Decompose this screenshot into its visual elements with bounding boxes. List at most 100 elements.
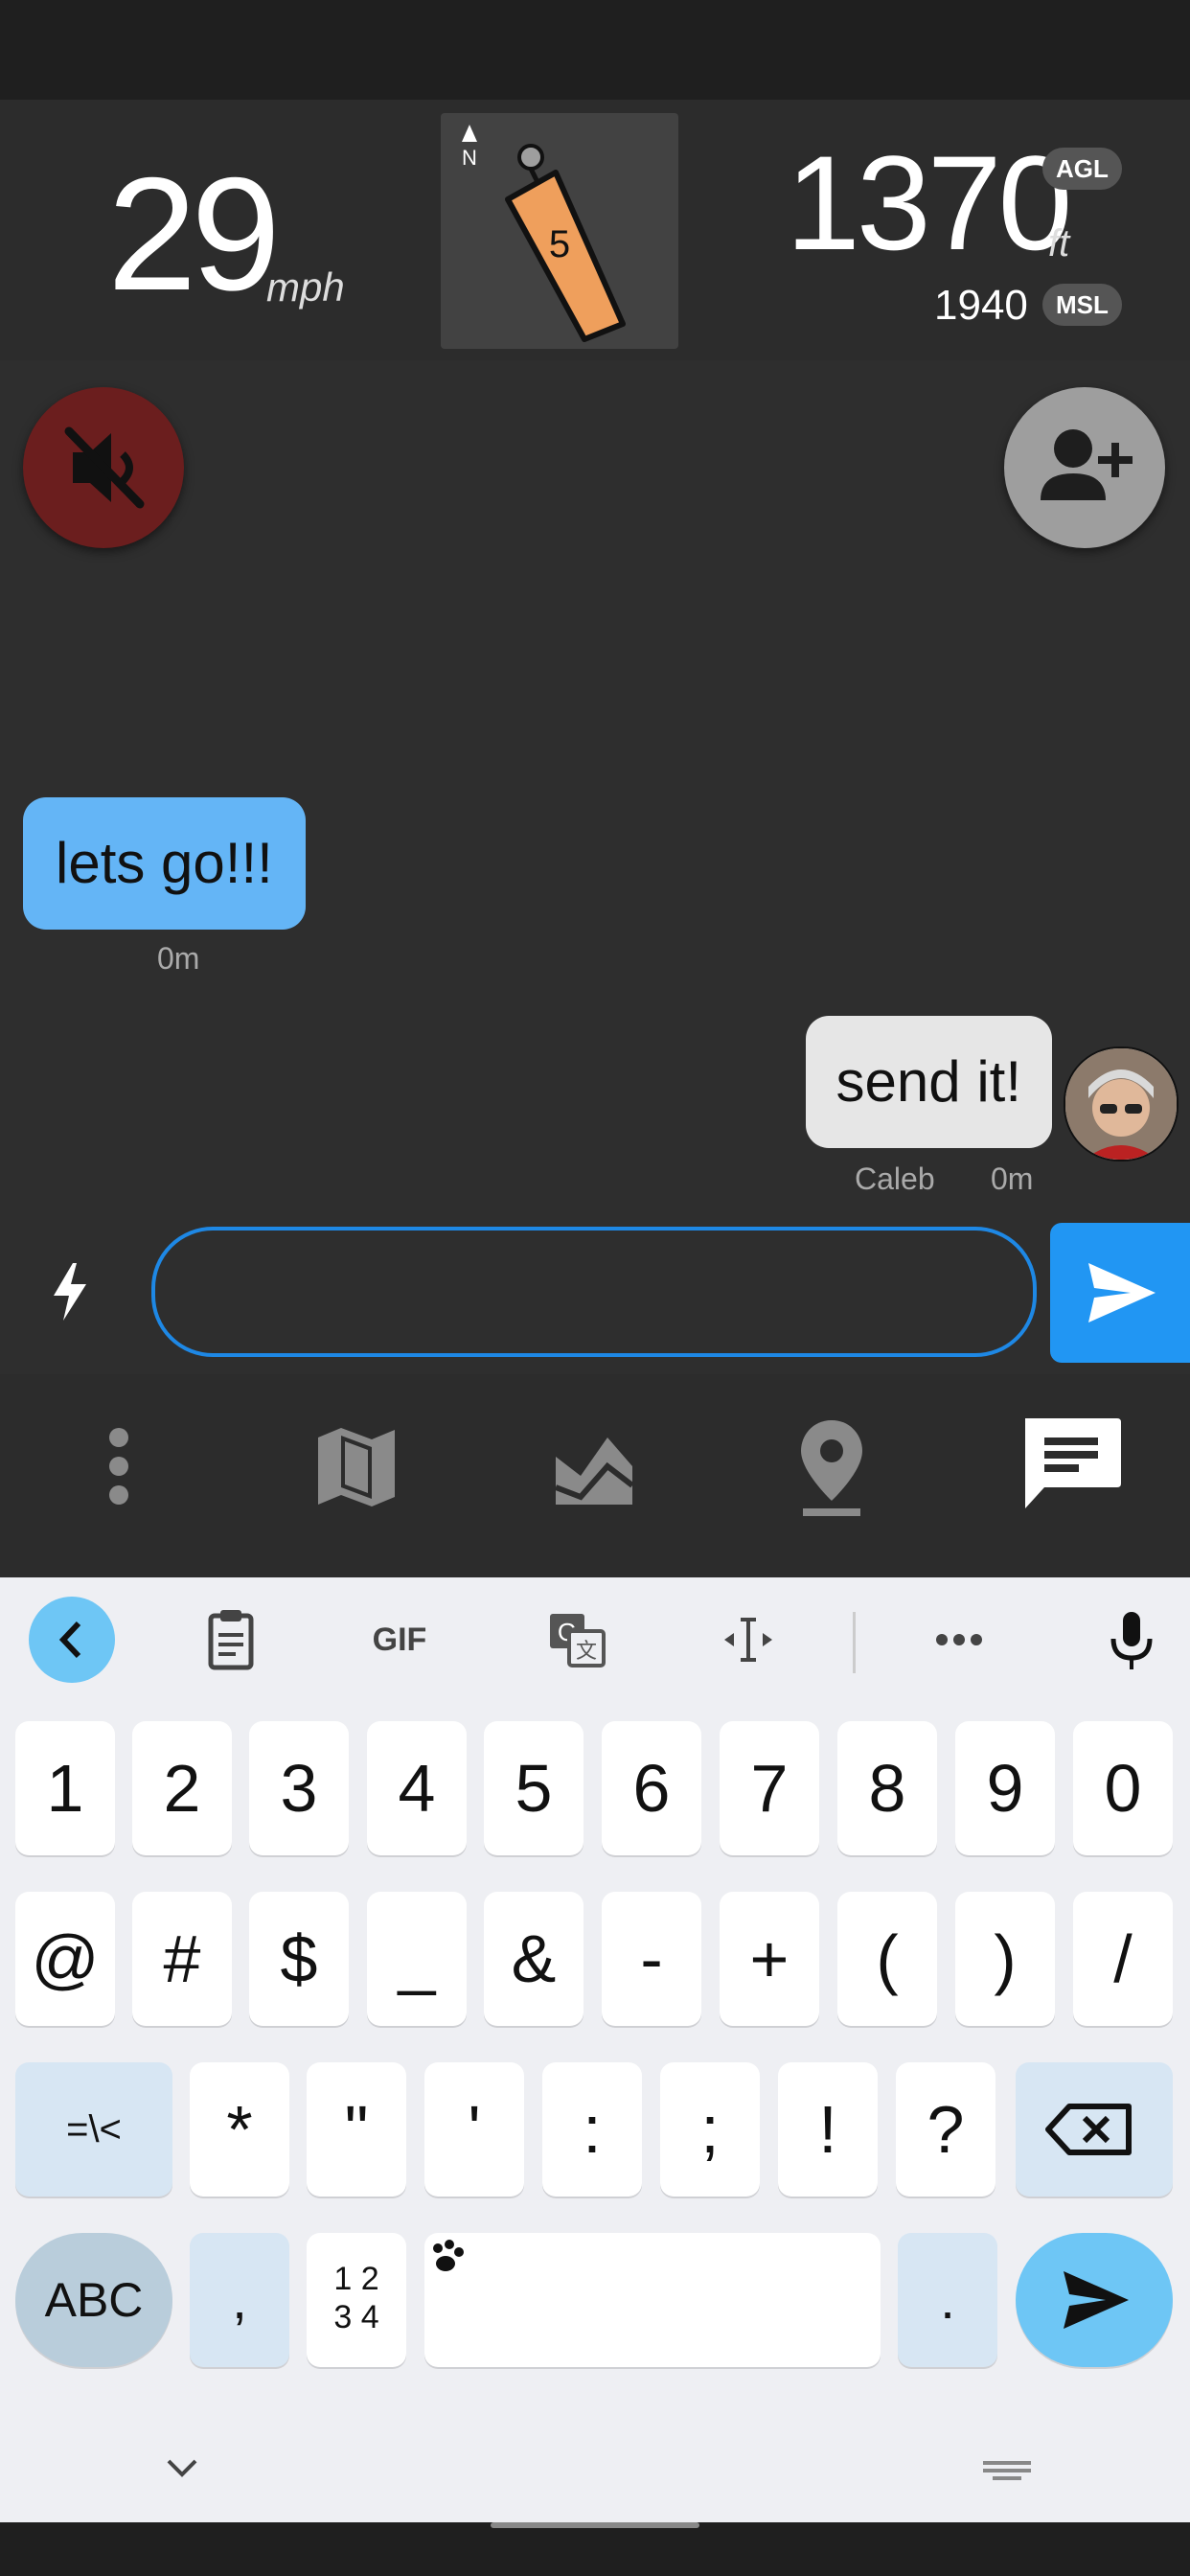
wind-north-label: N <box>462 146 477 170</box>
key-5[interactable]: 5 <box>484 1721 584 1855</box>
key-backspace[interactable] <box>1016 2062 1173 2196</box>
text-cursor-icon <box>724 1618 772 1662</box>
nav-more[interactable] <box>61 1409 176 1524</box>
speed-unit: mph <box>266 264 345 310</box>
speed-readout: 29 mph <box>107 144 345 324</box>
windsock-icon: N 5 <box>462 125 626 342</box>
translate-icon: G 文 <box>550 1614 606 1668</box>
user-photo <box>1065 1048 1177 1160</box>
key-3[interactable]: 3 <box>249 1721 349 1855</box>
location-icon <box>801 1420 862 1516</box>
nav-location[interactable] <box>774 1409 889 1524</box>
keyboard-switch-icon[interactable] <box>973 2450 1041 2488</box>
add-person-icon <box>1041 429 1133 500</box>
key-ampersand[interactable]: & <box>484 1892 584 2026</box>
key-9[interactable]: 9 <box>955 1721 1055 1855</box>
message-input[interactable] <box>151 1227 1037 1357</box>
translate-button[interactable]: G 文 <box>533 1597 619 1683</box>
chat-icon <box>1025 1418 1121 1508</box>
wind-speed-value: 5 <box>549 223 570 265</box>
keyboard-back-button[interactable] <box>29 1597 115 1683</box>
key-minus[interactable]: - <box>602 1892 701 2026</box>
key-numpad[interactable]: 1 2 3 4 <box>307 2233 406 2367</box>
send-button[interactable] <box>1050 1223 1190 1363</box>
terrain-icon <box>554 1438 634 1505</box>
send-icon <box>1088 1263 1156 1322</box>
quick-reply-bolt-icon[interactable] <box>44 1261 96 1322</box>
gif-button[interactable]: GIF <box>356 1597 443 1683</box>
message-bubble[interactable]: send it! <box>805 1016 1052 1148</box>
send-icon <box>1064 2271 1129 2329</box>
chat-panel: lets go!!! 0m send it! Caleb 0m <box>0 360 1190 1374</box>
key-period[interactable]: . <box>898 2233 997 2367</box>
clipboard-button[interactable] <box>188 1597 274 1683</box>
cursor-control-button[interactable] <box>705 1597 791 1683</box>
nav-map[interactable] <box>299 1409 414 1524</box>
key-slash[interactable]: / <box>1073 1892 1173 2026</box>
status-bar <box>0 0 1190 100</box>
key-0[interactable]: 0 <box>1073 1721 1173 1855</box>
clipboard-icon <box>208 1610 254 1670</box>
mute-button[interactable] <box>23 387 184 548</box>
key-close-paren[interactable]: ) <box>955 1892 1055 2026</box>
message-time: 0m <box>157 941 200 976</box>
key-asterisk[interactable]: * <box>190 2062 289 2196</box>
microphone-button[interactable] <box>1088 1597 1175 1683</box>
paw-icon <box>433 2240 464 2271</box>
key-question[interactable]: ? <box>896 2062 995 2196</box>
altitude-unit: ft <box>1048 222 1070 264</box>
bottom-nav <box>0 1374 1190 1577</box>
keyboard: GIF G 文 1 2 3 4 5 6 7 8 9 0 @ # $ _ & - … <box>0 1577 1190 2522</box>
microphone-icon <box>1110 1612 1153 1669</box>
key-8[interactable]: 8 <box>837 1721 937 1855</box>
key-hash[interactable]: # <box>132 1892 232 2026</box>
system-nav-bar <box>0 2522 1190 2576</box>
key-6[interactable]: 6 <box>602 1721 701 1855</box>
more-options-button[interactable] <box>916 1597 1002 1683</box>
map-icon <box>318 1428 395 1506</box>
keyboard-send-button[interactable] <box>1016 2233 1173 2367</box>
chevron-left-icon <box>58 1621 81 1659</box>
key-2[interactable]: 2 <box>132 1721 232 1855</box>
key-4[interactable]: 4 <box>367 1721 467 1855</box>
nav-chat[interactable] <box>1012 1409 1127 1524</box>
speed-value: 29 <box>107 144 281 324</box>
key-semicolon[interactable]: ; <box>660 2062 760 2196</box>
altitude-agl-value: 1370 <box>786 127 1072 278</box>
agl-badge: AGL <box>1042 148 1122 190</box>
message-bubble[interactable]: lets go!!! <box>23 797 306 930</box>
add-friend-button[interactable] <box>1004 387 1165 548</box>
key-exclamation[interactable]: ! <box>778 2062 878 2196</box>
key-comma[interactable]: , <box>190 2233 289 2367</box>
key-7[interactable]: 7 <box>720 1721 819 1855</box>
message-time: 0m <box>991 1162 1034 1196</box>
more-horizontal-icon <box>936 1634 982 1645</box>
key-dollar[interactable]: $ <box>249 1892 349 2026</box>
key-colon[interactable]: : <box>542 2062 642 2196</box>
key-double-quote[interactable]: " <box>307 2062 406 2196</box>
wind-indicator[interactable]: N 5 <box>441 113 678 349</box>
key-open-paren[interactable]: ( <box>837 1892 937 2026</box>
key-plus[interactable]: + <box>720 1892 819 2026</box>
altitude-msl-value: 1940 <box>934 282 1028 329</box>
home-indicator[interactable] <box>491 2522 699 2528</box>
volume-off-icon <box>64 426 145 509</box>
key-underscore[interactable]: _ <box>367 1892 467 2026</box>
message-sender: Caleb <box>855 1162 935 1196</box>
hide-keyboard-chevron-icon[interactable] <box>153 2450 211 2488</box>
altitude-agl: 1370 ft <box>786 127 1072 278</box>
more-icon <box>109 1428 128 1505</box>
toolbar-divider <box>853 1612 856 1673</box>
key-more-symbols[interactable]: =\< <box>15 2062 172 2196</box>
key-space[interactable] <box>424 2233 881 2367</box>
key-at[interactable]: @ <box>15 1892 115 2026</box>
avatar[interactable] <box>1064 1046 1179 1162</box>
nav-terrain[interactable] <box>537 1409 652 1524</box>
backspace-icon <box>1045 2104 1132 2155</box>
flight-hud: 29 mph N 5 1370 ft AGL 1940 MSL <box>0 100 1190 360</box>
msl-badge: MSL <box>1042 284 1122 326</box>
key-1[interactable]: 1 <box>15 1721 115 1855</box>
svg-text:文: 文 <box>576 1639 597 1663</box>
key-abc[interactable]: ABC <box>15 2233 172 2367</box>
key-single-quote[interactable]: ' <box>424 2062 524 2196</box>
